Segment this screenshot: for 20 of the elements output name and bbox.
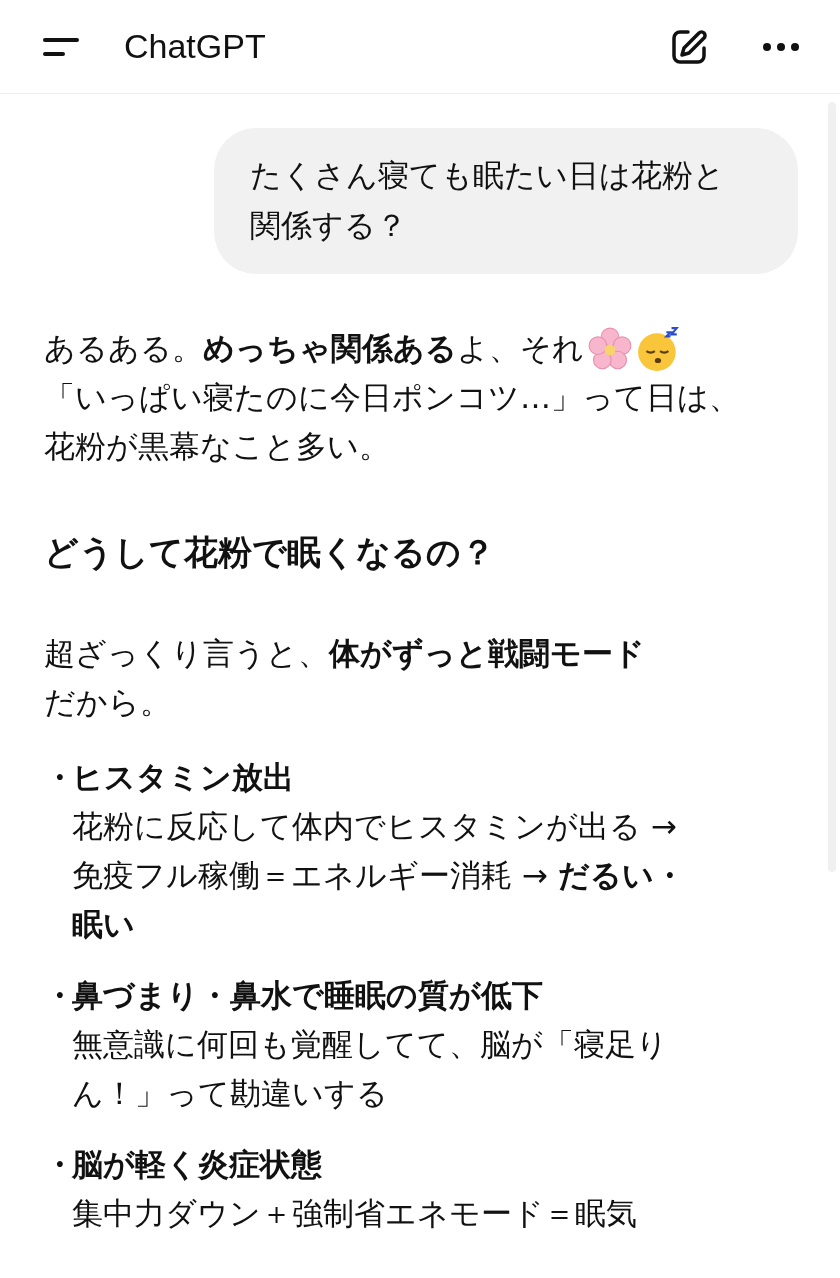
reply-text: あるある。めっちゃ関係あるよ、それ [44, 329, 584, 368]
bullet-text: 花粉に反応して体内でヒスタミンが出る → 免疫フル稼働＝エネルギー消耗 → だるい・ 眠い [72, 807, 685, 944]
reply-text: 「いっぱい寝たのに今日ポンコツ…」って日は、 花粉が黒幕なこと多い。 [44, 378, 741, 466]
app-title: ChatGPT [124, 27, 266, 66]
reply-text: 超ざっくり言うと、体がずっと戦闘モード だから。 [44, 634, 646, 722]
user-message: たくさん寝ても眠たい日は花粉と 関係する？ [214, 128, 798, 274]
bullet-title: ヒスタミン放出 [72, 758, 295, 797]
flower-icon [588, 326, 632, 371]
bullet-marker: ・ [44, 1145, 72, 1184]
bullet-text: 集中力ダウン＋強制省エネモード＝眠気 [72, 1194, 637, 1233]
bullet-marker: ・ [44, 758, 72, 797]
edit-icon[interactable] [670, 27, 708, 66]
more-icon[interactable] [762, 41, 800, 52]
bullet-text: 無意識に何回も覚醒してて、脳が「寝足り ん！」って勘違いする [72, 1025, 668, 1113]
menu-icon[interactable] [42, 36, 80, 57]
bullet-title: 鼻づまり・鼻水で睡眠の質が低下 [72, 976, 544, 1015]
bullet-title: 脳が軽く炎症状態 [72, 1145, 323, 1184]
section-heading: どうして花粉で眠くなるの？ [44, 531, 496, 574]
sleepy-emoji-icon [636, 325, 682, 372]
bullet-marker: ・ [44, 976, 72, 1015]
